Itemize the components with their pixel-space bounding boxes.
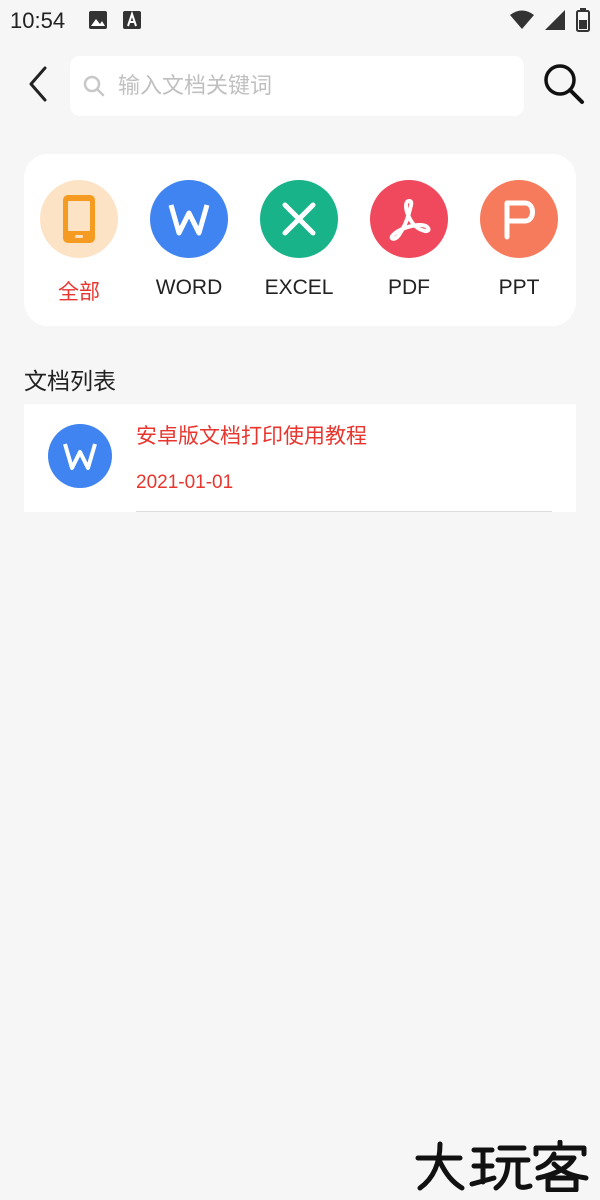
wifi-icon [510, 10, 534, 34]
word-icon [48, 424, 112, 488]
image-icon [88, 10, 108, 34]
status-notification-icons [88, 10, 142, 34]
document-date: 2021-01-01 [136, 472, 234, 493]
excel-icon [260, 180, 338, 258]
category-all[interactable]: 全部 [24, 180, 134, 306]
category-label: PPT [498, 276, 540, 299]
document-title: 安卓版文档打印使用教程 [136, 424, 367, 448]
category-excel[interactable]: EXCEL [244, 180, 354, 306]
divider [136, 511, 552, 512]
status-bar: 10:54 [0, 0, 600, 44]
ppt-icon [480, 180, 558, 258]
category-label: 全部 [58, 281, 100, 304]
status-system-icons [510, 8, 590, 36]
chevron-left-icon [27, 66, 49, 106]
pdf-icon [370, 180, 448, 258]
category-ppt[interactable]: PPT [464, 180, 574, 306]
watermark-logo [412, 1139, 592, 1193]
word-icon [150, 180, 228, 258]
font-a-icon [122, 10, 142, 34]
search-header [0, 48, 600, 128]
category-word[interactable]: WORD [134, 180, 244, 306]
search-button[interactable] [540, 62, 588, 110]
category-list: 全部 WORD EXCEL PDF PPT [24, 180, 576, 306]
document-list: 安卓版文档打印使用教程 2021-01-01 [24, 404, 576, 512]
search-box[interactable] [70, 56, 524, 116]
category-label: PDF [388, 276, 430, 299]
category-label: WORD [155, 276, 223, 299]
back-button[interactable] [18, 64, 58, 108]
search-input[interactable] [116, 72, 500, 100]
status-time: 10:54 [10, 8, 66, 33]
signal-icon [544, 9, 566, 35]
battery-icon [576, 8, 590, 36]
section-title: 文档列表 [24, 369, 116, 395]
search-field-icon [82, 74, 106, 98]
category-card: 全部 WORD EXCEL PDF PPT [24, 154, 576, 326]
list-item[interactable]: 安卓版文档打印使用教程 2021-01-01 [24, 404, 576, 512]
category-label: EXCEL [264, 276, 334, 299]
search-icon [542, 62, 586, 110]
category-pdf[interactable]: PDF [354, 180, 464, 306]
phone-icon [40, 180, 118, 258]
